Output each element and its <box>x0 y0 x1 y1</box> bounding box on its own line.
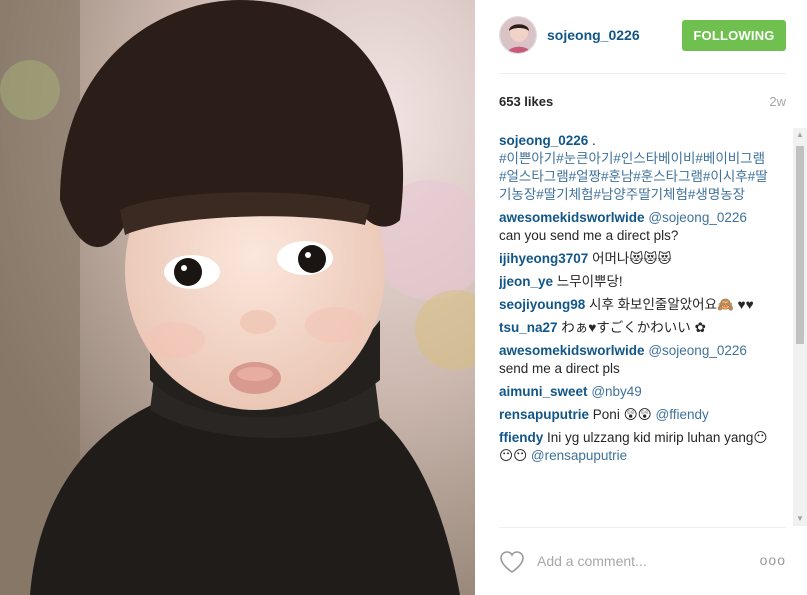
post-meta: 653 likes 2w <box>499 94 786 112</box>
comment-item: rensapuputrie Poni 😲😲 @ffiendy <box>499 406 771 424</box>
scroll-up-arrow-icon[interactable]: ▲ <box>793 128 807 142</box>
instagram-post-view: sojeong_0226 FOLLOWING 653 likes 2w soje… <box>0 0 807 595</box>
comment-username[interactable]: ffiendy <box>499 430 543 445</box>
post-footer: ooo <box>499 527 786 591</box>
caption: sojeong_0226 . #이쁜아기#눈큰아기#인스타베이비#베이비그램#얼… <box>499 132 771 204</box>
post-sidebar: sojeong_0226 FOLLOWING 653 likes 2w soje… <box>475 0 807 595</box>
comment-username[interactable]: tsu_na27 <box>499 320 558 335</box>
comment-text: can you send me a direct pls? <box>499 228 679 243</box>
post-username[interactable]: sojeong_0226 <box>547 27 640 43</box>
comment-items: awesomekidsworlwide @sojeong_0226can you… <box>499 209 771 465</box>
avatar[interactable] <box>499 16 537 54</box>
comment-text: 어머나😻😻😻 <box>592 251 672 266</box>
comment-text: 시후 화보인줄알았어요🙈 ♥♥ <box>589 297 754 312</box>
add-comment-input[interactable] <box>537 550 747 572</box>
comment-item: ijihyeong3707 어머나😻😻😻 <box>499 250 771 268</box>
post-time[interactable]: 2w <box>769 94 786 109</box>
comment-mention[interactable]: @rensapuputrie <box>531 448 627 463</box>
caption-username[interactable]: sojeong_0226 <box>499 133 588 148</box>
following-button[interactable]: FOLLOWING <box>682 20 786 51</box>
comment-item: seojiyoung98 시후 화보인줄알았어요🙈 ♥♥ <box>499 296 771 314</box>
child-portrait-image <box>0 0 475 595</box>
likes-count[interactable]: 653 likes <box>499 94 553 109</box>
comments-list: sojeong_0226 . #이쁜아기#눈큰아기#인스타베이비#베이비그램#얼… <box>499 132 771 522</box>
comment-mention[interactable]: @sojeong_0226 <box>648 343 747 358</box>
avatar-image <box>500 17 536 53</box>
comment-item: awesomekidsworlwide @sojeong_0226can you… <box>499 209 771 245</box>
comment-item: jjeon_ye 느무이뿌당! <box>499 273 771 291</box>
comment-username[interactable]: jjeon_ye <box>499 274 553 289</box>
comment-username[interactable]: aimuni_sweet <box>499 384 588 399</box>
more-options-icon[interactable]: ooo <box>760 552 786 568</box>
scroll-down-arrow-icon[interactable]: ▼ <box>793 512 807 526</box>
comment-item: ffiendy Ini yg ulzzang kid mirip luhan y… <box>499 429 771 465</box>
comment-mention[interactable]: @sojeong_0226 <box>648 210 747 225</box>
comment-mention[interactable]: @ffiendy <box>655 407 708 422</box>
caption-hashtags[interactable]: #이쁜아기#눈큰아기#인스타베이비#베이비그램#얼스타그램#얼짱#훈남#훈스타그… <box>499 150 771 204</box>
comment-text: わぁ♥すごくかわいい ✿ <box>561 320 706 335</box>
comment-item: aimuni_sweet @nby49 <box>499 383 771 401</box>
comment-username[interactable]: ijihyeong3707 <box>499 251 588 266</box>
comment-item: awesomekidsworlwide @sojeong_0226send me… <box>499 342 771 378</box>
comment-text: Poni 😲😲 <box>592 407 652 422</box>
comment-mention[interactable]: @nby49 <box>591 384 642 399</box>
comment-text: 느무이뿌당! <box>556 274 623 289</box>
comment-username[interactable]: seojiyoung98 <box>499 297 585 312</box>
post-header: sojeong_0226 FOLLOWING <box>499 16 786 74</box>
comment-username[interactable]: awesomekidsworlwide <box>499 210 645 225</box>
caption-text: . <box>588 133 596 148</box>
comments-scrollbar[interactable]: ▲ ▼ <box>793 128 807 526</box>
comment-item: tsu_na27 わぁ♥すごくかわいい ✿ <box>499 319 771 337</box>
heart-like-icon[interactable] <box>499 550 525 574</box>
comment-username[interactable]: rensapuputrie <box>499 407 589 422</box>
scroll-thumb[interactable] <box>796 146 804 344</box>
post-photo[interactable] <box>0 0 475 595</box>
comment-text: send me a direct pls <box>499 361 620 376</box>
comment-username[interactable]: awesomekidsworlwide <box>499 343 645 358</box>
